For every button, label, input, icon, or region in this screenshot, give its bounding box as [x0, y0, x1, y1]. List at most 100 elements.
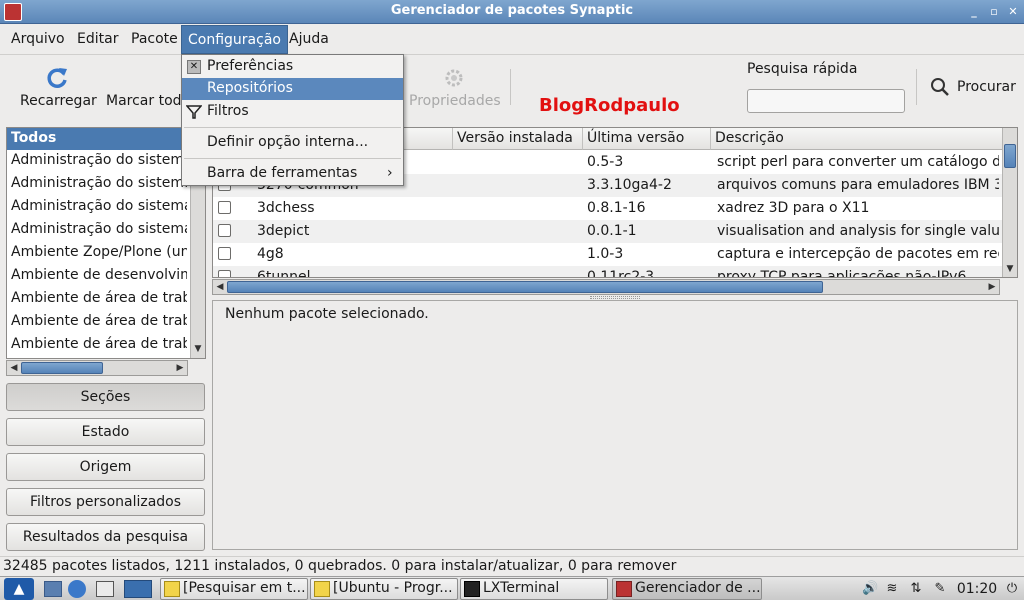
preferences-icon: ✕ [187, 60, 201, 74]
table-row[interactable]: 6tunnel 0.11rc2-3 proxy TCP para aplicaç… [213, 266, 1003, 278]
latest-version: 3.3.10ga4-2 [587, 177, 672, 193]
column-header-latest-version[interactable]: Última versão [583, 128, 711, 150]
clock[interactable]: 01:20 [954, 581, 1000, 597]
menu-configuracao[interactable]: Configuração [181, 25, 288, 54]
maximize-icon[interactable]: ▫ [986, 4, 1002, 20]
category-item[interactable]: Ambiente de área de trabalho [7, 311, 187, 334]
category-item[interactable]: Ambiente Zope/Plone (universe) [7, 242, 187, 265]
package-name: 3dchess [257, 200, 315, 216]
category-header-todos[interactable]: Todos [7, 128, 205, 150]
menu-separator [184, 127, 401, 128]
latest-version: 0.8.1-16 [587, 200, 646, 216]
package-checkbox[interactable] [218, 247, 231, 260]
custom-filters-button[interactable]: Filtros personalizados [6, 488, 205, 516]
gear-icon [445, 69, 463, 87]
category-item[interactable]: Administração do sistema [7, 150, 187, 173]
update-icon[interactable]: ✎ [932, 581, 948, 597]
table-row[interactable]: 3dchess 0.8.1-16 xadrez 3D para o X11 [213, 197, 1003, 220]
menu-item-repositories[interactable]: Repositórios [182, 78, 403, 100]
taskbar-task[interactable]: [Pesquisar em t... [160, 578, 308, 600]
search-results-button[interactable]: Resultados da pesquisa [6, 523, 205, 551]
watermark-text: BlogRodpaulo [539, 95, 680, 116]
table-row[interactable]: 3depict 0.0.1-1 visualisation and analys… [213, 220, 1003, 243]
description: visualisation and analysis for single va… [717, 223, 999, 239]
scroll-left-icon[interactable]: ◀ [7, 361, 21, 375]
toolbar-separator [510, 69, 511, 105]
close-icon[interactable]: ✕ [1005, 4, 1021, 20]
latest-version: 0.5-3 [587, 154, 624, 170]
minimize-icon[interactable]: _ [966, 4, 982, 20]
menu-item-internal-option[interactable]: Definir opção interna... [182, 132, 403, 154]
category-item[interactable]: Ambiente de área de trabalho [7, 288, 187, 311]
package-checkbox[interactable] [218, 270, 231, 277]
reload-label: Recarregar [20, 93, 97, 109]
category-item[interactable]: Ambiente de área de trabalho [7, 334, 187, 357]
sections-button[interactable]: Seções [6, 383, 205, 411]
network-icon[interactable]: ⇅ [908, 581, 924, 597]
description: script perl para converter um catálogo d… [717, 154, 999, 170]
properties-button[interactable]: Propriedades [404, 55, 504, 115]
status-button[interactable]: Estado [6, 418, 205, 446]
category-hscrollbar[interactable]: ◀ ▶ [6, 360, 188, 376]
filter-icon [186, 105, 202, 119]
wifi-icon[interactable]: ≋ [884, 581, 900, 597]
search-button[interactable]: Procurar [928, 75, 1018, 101]
synaptic-icon [616, 581, 632, 597]
volume-icon[interactable]: 🔊 [862, 581, 878, 597]
configuration-menu: ✕ Preferências Repositórios Filtros Defi… [181, 54, 404, 186]
package-vscroll-thumb[interactable] [1004, 144, 1016, 168]
scroll-down-icon[interactable]: ▼ [1003, 262, 1017, 276]
title-bar: Gerenciador de pacotes Synaptic _ ▫ ✕ [0, 0, 1024, 24]
package-vscrollbar[interactable]: ▼ [1002, 128, 1017, 277]
menu-item-preferences[interactable]: ✕ Preferências [182, 56, 403, 78]
show-desktop-icon[interactable] [96, 581, 114, 597]
file-manager-icon[interactable] [44, 581, 62, 597]
taskbar: ▲ [Pesquisar em t... [Ubuntu - Progr... … [0, 576, 1024, 600]
category-item[interactable]: Ambiente de desenvolvimento [7, 265, 187, 288]
menu-item-filters[interactable]: Filtros [182, 101, 403, 123]
package-hscroll-thumb[interactable] [227, 281, 823, 293]
terminal-icon [464, 581, 480, 597]
details-text: Nenhum pacote selecionado. [225, 306, 429, 322]
menu-item-toolbar[interactable]: Barra de ferramentas › [182, 163, 403, 185]
scroll-right-icon[interactable]: ▶ [985, 280, 999, 294]
window-title: Gerenciador de pacotes Synaptic [390, 3, 634, 18]
package-hscrollbar[interactable]: ◀ ▶ [212, 279, 1000, 295]
notes-icon [164, 581, 180, 597]
scroll-down-icon[interactable]: ▼ [191, 342, 205, 356]
menu-editar[interactable]: Editar [71, 29, 124, 51]
menu-pacote[interactable]: Pacote [125, 29, 184, 51]
toolbar-separator-2 [916, 69, 917, 105]
toolbar: Recarregar Marcar todas Propriedades Blo… [0, 54, 1024, 120]
scroll-right-icon[interactable]: ▶ [173, 361, 187, 375]
quick-search-input[interactable] [747, 89, 905, 113]
latest-version: 0.0.1-1 [587, 223, 637, 239]
category-item[interactable]: Administração do sistema [7, 173, 187, 196]
category-item[interactable]: Administração do sistema [7, 219, 187, 242]
search-icon [931, 78, 949, 96]
package-checkbox[interactable] [218, 224, 231, 237]
table-row[interactable]: 4g8 1.0-3 captura e intercepção de pacot… [213, 243, 1003, 266]
power-icon[interactable]: ⏻ [1004, 581, 1020, 597]
taskbar-task-active[interactable]: Gerenciador de ... [612, 578, 762, 600]
start-menu-icon[interactable]: ▲ [4, 578, 34, 600]
scroll-left-icon[interactable]: ◀ [213, 280, 227, 294]
pane-resize-handle[interactable] [590, 296, 640, 299]
origin-button[interactable]: Origem [6, 453, 205, 481]
workspace-icon[interactable] [124, 580, 152, 598]
search-label: Procurar [957, 79, 1016, 95]
category-list[interactable]: Todos Administração do sistema Administr… [6, 127, 206, 359]
reload-button[interactable]: Recarregar [12, 55, 102, 115]
package-name: 6tunnel [257, 269, 311, 278]
package-checkbox[interactable] [218, 201, 231, 214]
taskbar-task[interactable]: [Ubuntu - Progr... [310, 578, 458, 600]
column-header-installed-version[interactable]: Versão instalada [453, 128, 583, 150]
menu-ajuda[interactable]: Ajuda [283, 29, 335, 51]
category-hscroll-thumb[interactable] [21, 362, 103, 374]
taskbar-task[interactable]: LXTerminal [460, 578, 608, 600]
menu-arquivo[interactable]: Arquivo [5, 29, 71, 51]
category-item[interactable]: Administração do sistema [7, 196, 187, 219]
browser-icon[interactable] [68, 580, 86, 598]
column-header-description[interactable]: Descrição [711, 128, 1003, 150]
package-name: 3depict [257, 223, 310, 239]
